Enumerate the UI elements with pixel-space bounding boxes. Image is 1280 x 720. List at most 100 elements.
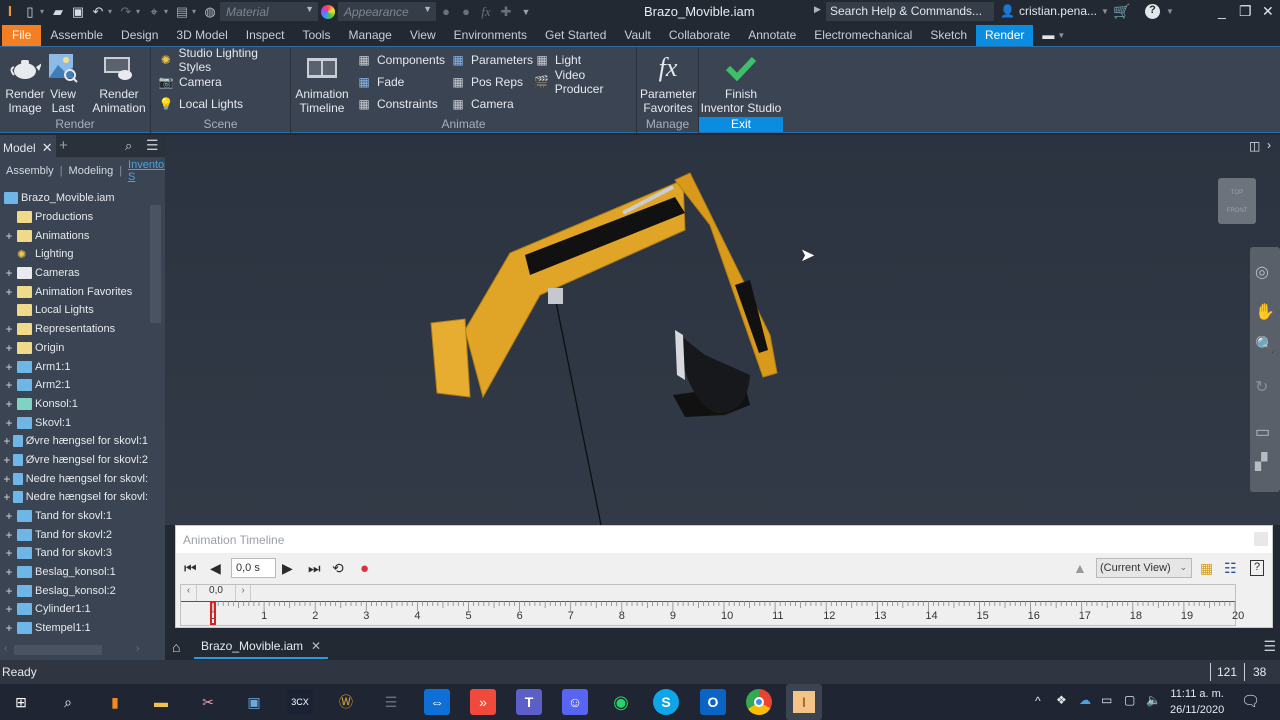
video-producer-button[interactable]: 🎬 Video Producer [534, 68, 636, 96]
document-tab[interactable]: Brazo_Movible.iam ✕ [194, 635, 329, 659]
subtab-assembly[interactable]: Assembly [0, 165, 60, 177]
customize-toolbar-icon[interactable]: ▼ [516, 3, 536, 21]
wow-icon[interactable]: Ⓦ [333, 689, 359, 715]
tree-node[interactable]: + Cylinder1:1 [0, 600, 148, 619]
app-lines-icon[interactable]: ☰ [378, 689, 404, 715]
expand-icon[interactable]: + [3, 472, 11, 486]
viewcube[interactable]: TOP FRONT [1218, 178, 1256, 224]
look-at-icon[interactable]: ▞ [1255, 452, 1267, 472]
orbit-icon[interactable]: ↻ [1255, 377, 1268, 397]
expand-icon[interactable]: + [3, 453, 11, 467]
tree-node[interactable]: + Origin [0, 339, 148, 358]
tree-node[interactable]: + Nedre hængsel for skovl: [0, 488, 148, 507]
help-icon[interactable]: ? [1145, 4, 1160, 19]
parameter-favorites-button[interactable]: fx Parameter Favorites [639, 51, 697, 116]
play-reverse-icon[interactable]: ◀ [210, 560, 221, 577]
expand-icon[interactable]: + [3, 546, 15, 560]
tree-node[interactable]: + Konsol:1 [0, 395, 148, 414]
close-document-icon[interactable]: ✕ [311, 639, 321, 653]
notifications-icon[interactable]: 🗨 [1241, 692, 1260, 710]
render-image-button[interactable]: Render Image [4, 51, 46, 115]
tab-get-started[interactable]: Get Started [536, 25, 615, 46]
tree-node[interactable]: + Øvre hængsel for skovl:2 [0, 451, 148, 470]
search-icon[interactable]: ⌕ [125, 138, 132, 154]
expand-icon[interactable]: + [3, 266, 15, 280]
inventor-taskbar-button[interactable]: I [786, 684, 822, 720]
expand-icon[interactable]: + [3, 285, 15, 299]
tab-electromechanical[interactable]: Electromechanical [805, 25, 921, 46]
browser-tab-model[interactable]: Model ✕ [0, 135, 56, 157]
undo-icon[interactable]: ↶ [88, 3, 108, 21]
tree-node[interactable]: ✺ Lighting [0, 245, 148, 264]
local-lights-button[interactable]: 💡 Local Lights [158, 95, 244, 113]
subtab-modeling[interactable]: Modeling [63, 165, 120, 177]
search-help-input[interactable]: Search Help & Commands... [826, 2, 994, 21]
tree-node[interactable]: + Stempel1:1 [0, 619, 148, 638]
scene-camera-button[interactable]: 📷 Camera [158, 73, 222, 91]
excavator-arm-model[interactable] [165, 135, 1280, 525]
select-dropdown-icon[interactable]: ▾ [164, 7, 172, 16]
3cx-icon[interactable]: 3CX [287, 689, 313, 715]
tab-tools[interactable]: Tools [293, 25, 339, 46]
animate-components-button[interactable]: ▦ Components [356, 51, 445, 69]
zoom-icon[interactable]: 🔍 [1255, 335, 1275, 355]
discord-icon[interactable]: ☺ [562, 689, 588, 715]
tab-view[interactable]: View [401, 25, 445, 46]
collapse-icon[interactable]: › [1267, 138, 1271, 152]
timeline-close-button[interactable] [1254, 532, 1268, 546]
expand-icon[interactable]: + [3, 397, 15, 411]
update-icon[interactable]: ▤ [172, 3, 192, 21]
expand-icon[interactable]: + [3, 229, 15, 243]
viewcube-front[interactable]: FRONT [1218, 202, 1256, 220]
ribbon-display-options[interactable]: ▬ ▼ [1033, 25, 1074, 46]
tab-file[interactable]: File [2, 24, 42, 46]
inventor-logo-icon[interactable]: I [0, 3, 20, 21]
tab-annotate[interactable]: Annotate [739, 25, 805, 46]
camera-view-select[interactable]: (Current View) ⌄ [1096, 558, 1192, 578]
plus-icon[interactable]: ✚ [496, 3, 516, 21]
update-dropdown-icon[interactable]: ▾ [192, 7, 200, 16]
animate-parameters-button[interactable]: ▦ Parameters [450, 51, 533, 69]
close-tab-icon[interactable]: ✕ [42, 140, 53, 155]
tree-node[interactable]: + Cameras [0, 264, 148, 283]
tab-collaborate[interactable]: Collaborate [660, 25, 739, 46]
tree-node[interactable]: + Nedre hængsel for skovl: [0, 469, 148, 488]
remote-desktop-icon[interactable]: ▣ [241, 689, 267, 715]
tree-node[interactable]: + Representations [0, 320, 148, 339]
tree-node[interactable]: + Tand for skovl:2 [0, 525, 148, 544]
home-icon[interactable]: ⌂ [172, 639, 180, 655]
tree-node[interactable]: + Skovl:1 [0, 413, 148, 432]
expand-icon[interactable]: + [3, 528, 15, 542]
taskbar-search-icon[interactable]: ⌕ [55, 689, 81, 715]
tab-manage[interactable]: Manage [339, 25, 400, 46]
expand-icon[interactable]: + [3, 621, 15, 635]
cart-icon[interactable]: 🛒 [1113, 3, 1130, 20]
tab-assemble[interactable]: Assemble [41, 25, 112, 46]
expand-icon[interactable]: + [3, 584, 15, 598]
show-hidden-icons[interactable]: ^ [1035, 694, 1041, 708]
steering-wheel-icon[interactable]: ◎ [1255, 262, 1269, 282]
animate-constraints-button[interactable]: ▦ Constraints [356, 95, 437, 113]
view-last-button[interactable]: View Last [46, 51, 80, 115]
whatsapp-icon[interactable]: ◉ [608, 689, 634, 715]
teams-icon[interactable]: T [516, 689, 542, 715]
time-slider[interactable] [210, 601, 216, 625]
timeline-ruler[interactable]: ‹ 0,0 › 0 1 2 3 4 5 6 7 8 9 10 11 12 13 14 15 16 17 18 19 20 [180, 584, 1244, 626]
finish-inventor-studio-button[interactable]: Finish Inventor Studio [699, 51, 783, 115]
file-explorer-icon[interactable]: ▬ [148, 689, 174, 715]
animate-pos-reps-button[interactable]: ▦ Pos Reps [450, 73, 523, 91]
tree-root[interactable]: Brazo_Movible.iam [0, 189, 148, 208]
browser-horizontal-scrollbar[interactable]: ‹ › [0, 643, 165, 657]
expand-icon[interactable]: + [3, 416, 15, 430]
snipping-tool-icon[interactable]: ✂ [195, 689, 221, 715]
onedrive-icon[interactable]: ☁ [1079, 693, 1091, 707]
tree-node[interactable]: + Beslag_konsol:2 [0, 581, 148, 600]
search-expand-icon[interactable]: ▶ [814, 4, 821, 15]
tree-node[interactable]: + Arm2:1 [0, 376, 148, 395]
expand-icon[interactable]: + [3, 509, 15, 523]
tree-node[interactable]: + Tand for skovl:1 [0, 507, 148, 526]
record-icon[interactable]: ● [360, 560, 369, 577]
open-folder-icon[interactable]: ▰ [48, 3, 68, 21]
tab-inspect[interactable]: Inspect [237, 25, 294, 46]
go-to-start-icon[interactable]: ⏮ [184, 560, 197, 577]
